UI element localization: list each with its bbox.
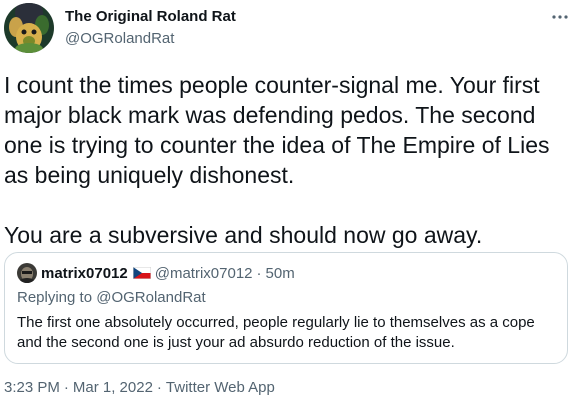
matrix-avatar-icon bbox=[17, 263, 37, 283]
quoted-tweet-text: The first one absolutely occurred, peopl… bbox=[17, 314, 535, 351]
tweet-date[interactable]: Mar 1, 2022 bbox=[73, 379, 153, 396]
author-handle[interactable]: @OGRolandRat bbox=[65, 30, 174, 47]
quoted-author-avatar[interactable] bbox=[17, 263, 37, 283]
dot-separator: · bbox=[63, 379, 69, 396]
czech-flag-icon bbox=[132, 267, 151, 279]
replying-to-label: Replying to bbox=[17, 289, 93, 306]
tweet-body: I count the times people counter-signal … bbox=[4, 70, 576, 250]
more-options-button[interactable] bbox=[548, 5, 572, 29]
replying-to: Replying to @OGRolandRat bbox=[17, 289, 206, 306]
roland-rat-avatar-icon bbox=[4, 3, 54, 53]
tweet-paragraph: I count the times people counter-signal … bbox=[4, 72, 550, 188]
dot-separator: · bbox=[256, 264, 262, 282]
author-display-name[interactable]: The Original Roland Rat bbox=[65, 8, 236, 25]
quoted-author-handle[interactable]: @matrix07012 bbox=[155, 265, 253, 282]
tweet-time[interactable]: 3:23 PM bbox=[4, 379, 60, 396]
author-avatar[interactable] bbox=[4, 3, 54, 53]
more-horizontal-icon bbox=[552, 15, 568, 19]
dot-separator: · bbox=[156, 379, 162, 396]
tweet-source[interactable]: Twitter Web App bbox=[166, 379, 275, 396]
tweet-paragraph: You are a subversive and should now go a… bbox=[4, 222, 483, 248]
replying-to-mention[interactable]: @OGRolandRat bbox=[96, 289, 205, 306]
quoted-tweet-header: matrix07012 @matrix07012 · 50m bbox=[17, 263, 295, 283]
quoted-tweet-time[interactable]: 50m bbox=[266, 265, 295, 282]
tweet-metadata: 3:23 PM · Mar 1, 2022 · Twitter Web App bbox=[4, 379, 275, 396]
quoted-tweet-card[interactable]: matrix07012 @matrix07012 · 50m Replying … bbox=[4, 252, 568, 364]
quoted-author-name[interactable]: matrix07012 bbox=[41, 265, 128, 282]
